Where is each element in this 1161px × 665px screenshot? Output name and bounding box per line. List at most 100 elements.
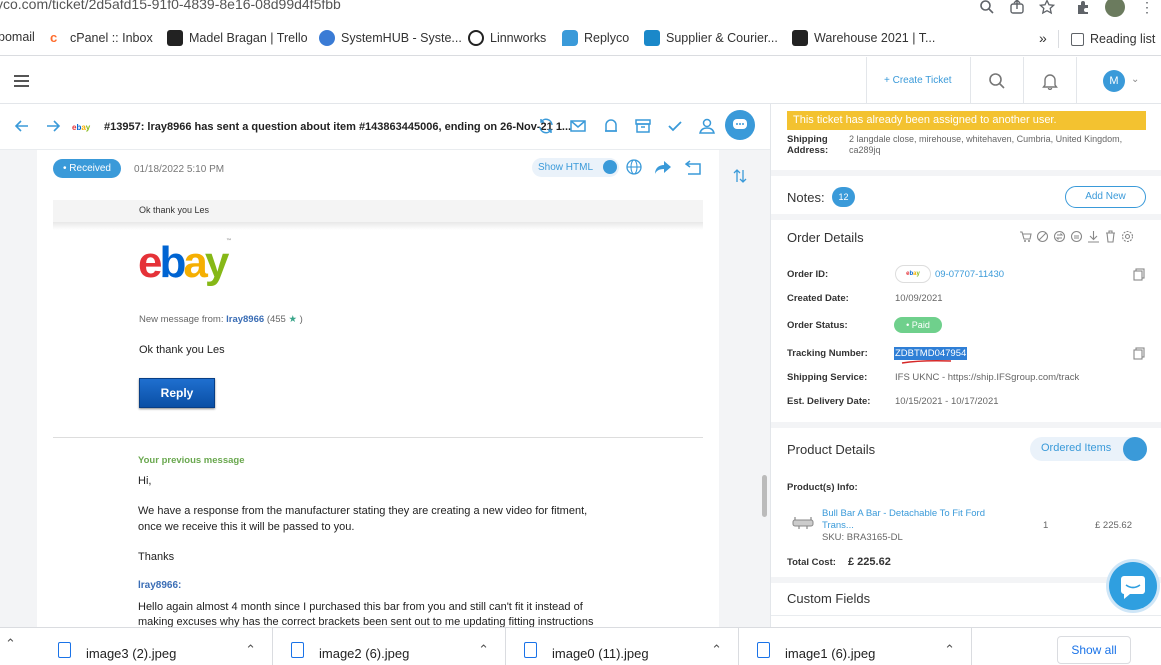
message-body: Ok thank you Les — [139, 344, 225, 356]
url-text[interactable]: yco.com/ticket/2d5afd15-91f0-4839-8e16-0… — [0, 0, 341, 12]
sort-arrows-icon[interactable] — [733, 168, 747, 184]
forward-arrow-icon[interactable] — [44, 117, 64, 137]
trello-icon — [167, 30, 183, 46]
envelope-icon[interactable] — [569, 117, 589, 137]
linnworks-icon — [468, 30, 484, 46]
custom-fields-heading: Custom Fields — [787, 591, 871, 606]
bell-icon[interactable] — [1042, 72, 1058, 90]
star-icon[interactable] — [1039, 0, 1055, 15]
show-all-button[interactable]: Show all — [1057, 636, 1131, 664]
tracking-number-label: Tracking Number: — [787, 348, 868, 359]
order-details-heading: Order Details — [787, 230, 864, 245]
product-sku: SKU: BRA3165-DL — [822, 532, 903, 543]
reply-return-icon[interactable] — [685, 159, 701, 175]
quoted-sender: lray8966: — [138, 580, 182, 591]
assigned-warning: This ticket has already been assigned to… — [787, 111, 1146, 130]
bookmark-item[interactable]: c cPanel :: Inbox — [50, 30, 153, 46]
refund-icon[interactable] — [1070, 230, 1083, 243]
bookmarks-bar: pomail c cPanel :: Inbox Madel Bragan | T… — [0, 22, 1161, 56]
ticket-details-panel: This ticket has already been assigned to… — [770, 104, 1161, 627]
delivery-date-label: Est. Delivery Date: — [787, 396, 871, 407]
product-thumbnail — [791, 514, 815, 532]
reply-button[interactable]: Reply — [139, 378, 215, 408]
reading-list-button[interactable]: Reading list — [1058, 30, 1155, 48]
user-icon[interactable] — [698, 117, 718, 137]
notes-label: Notes: — [787, 190, 825, 205]
cart-icon[interactable] — [1019, 230, 1032, 243]
bookmark-item[interactable]: Linnworks — [468, 30, 546, 46]
checkmark-icon[interactable] — [666, 117, 686, 137]
product-name-link[interactable]: Bull Bar A Bar - Detachable To Fit Ford T… — [822, 508, 985, 532]
chevron-up-icon[interactable]: ⌃ — [944, 642, 955, 658]
product-details-heading: Product Details — [787, 442, 876, 457]
scrollbar-thumb[interactable] — [762, 475, 767, 517]
profile-avatar[interactable] — [1105, 0, 1125, 17]
chat-bubble-button[interactable] — [725, 110, 755, 140]
cancel-order-icon[interactable] — [1036, 230, 1049, 243]
ebay-source-icon: ebay — [72, 123, 91, 132]
search-icon[interactable] — [988, 72, 1006, 90]
ordered-items-toggle[interactable]: Ordered Items — [1030, 437, 1147, 461]
live-chat-button[interactable] — [1109, 562, 1157, 610]
back-arrow-icon[interactable] — [13, 117, 33, 137]
menu-icon[interactable] — [14, 75, 29, 87]
create-ticket-button[interactable]: + Create Ticket — [884, 75, 952, 86]
trash-icon[interactable] — [1104, 230, 1117, 243]
bookmark-item[interactable]: SystemHUB - Syste... — [319, 30, 462, 46]
previous-message-line: Hi, — [138, 475, 152, 487]
exchange-icon[interactable] — [1053, 230, 1066, 243]
downloads-bar: image3 (2).jpeg ⌃ image2 (6).jpeg ⌃ imag… — [0, 627, 1161, 665]
order-id-label: Order ID: — [787, 269, 829, 280]
download-item[interactable]: image0 (11).jpeg ⌃ — [506, 628, 739, 665]
systemhub-icon — [319, 30, 335, 46]
globe-icon[interactable] — [626, 159, 642, 175]
sender-link[interactable]: lray8966 — [226, 314, 264, 325]
forward-share-icon[interactable] — [654, 159, 672, 175]
image-file-icon — [291, 642, 304, 658]
products-info-label: Product(s) Info: — [787, 482, 858, 493]
cpanel-icon: c — [50, 30, 58, 45]
chevron-up-icon[interactable]: ⌃ — [245, 642, 256, 658]
email-preview-strip: Ok thank you Les — [53, 200, 703, 222]
refresh-icon[interactable] — [537, 117, 557, 137]
status-badge: • Received — [53, 159, 121, 178]
bookmark-item[interactable]: Replyco — [562, 30, 629, 46]
download-item[interactable]: image2 (6).jpeg ⌃ — [273, 628, 506, 665]
image-file-icon — [58, 642, 71, 658]
message-card: • Received 01/18/2022 5:10 PM Show HTML … — [37, 150, 719, 627]
new-message-line: New message from: lray8966 (455 ★ ) — [139, 314, 303, 325]
bookmark-item[interactable]: Madel Bragan | Trello — [167, 30, 308, 46]
add-note-button[interactable]: Add New — [1065, 186, 1146, 208]
chevron-up-icon[interactable]: ⌃ — [478, 642, 489, 658]
order-id-link[interactable]: 09-07707-11430 — [935, 269, 1004, 280]
shipping-address: 2 langdale close, mirehouse, whitehaven,… — [849, 134, 1123, 155]
chevron-up-icon[interactable]: ⌃ — [5, 636, 16, 652]
download-icon[interactable] — [1087, 230, 1100, 243]
more-bookmarks-button[interactable]: » — [1039, 30, 1047, 46]
chevron-up-icon[interactable]: ⌃ — [711, 642, 722, 658]
alert-bell-icon[interactable] — [602, 117, 622, 137]
created-date: 10/09/2021 — [895, 293, 943, 304]
total-cost: £ 225.62 — [848, 556, 891, 568]
browser-menu-icon[interactable]: ⋮ — [1139, 0, 1155, 15]
copy-tracking-icon[interactable] — [1133, 347, 1145, 360]
shipping-address-label: Shipping Address: — [787, 134, 829, 156]
download-item[interactable]: image1 (6).jpeg ⌃ — [739, 628, 972, 665]
address-bar[interactable]: yco.com/ticket/2d5afd15-91f0-4839-8e16-0… — [0, 0, 1161, 22]
product-quantity: 1 — [1043, 520, 1049, 531]
zoom-icon[interactable] — [979, 0, 995, 15]
show-html-toggle[interactable]: Show HTML — [532, 158, 620, 177]
download-item[interactable]: image3 (2).jpeg ⌃ — [40, 628, 273, 665]
bookmark-item[interactable]: Supplier & Courier... — [644, 30, 778, 46]
chevron-down-icon[interactable]: ⌄ — [1131, 74, 1139, 85]
share-icon[interactable] — [1009, 0, 1025, 15]
bookmark-item[interactable]: Warehouse 2021 | T... — [792, 30, 935, 46]
archive-icon[interactable] — [634, 117, 654, 137]
settings-icon[interactable] — [1121, 230, 1134, 243]
extensions-icon[interactable] — [1075, 0, 1091, 15]
copy-order-id-icon[interactable] — [1133, 268, 1145, 281]
avatar[interactable]: M — [1103, 70, 1125, 92]
email-body: Ok thank you Les ebay™ New message from:… — [53, 200, 703, 440]
quoted-message-line: Hello again almost 4 month since I purch… — [138, 601, 583, 613]
bookmark-item[interactable]: pomail — [0, 30, 35, 44]
